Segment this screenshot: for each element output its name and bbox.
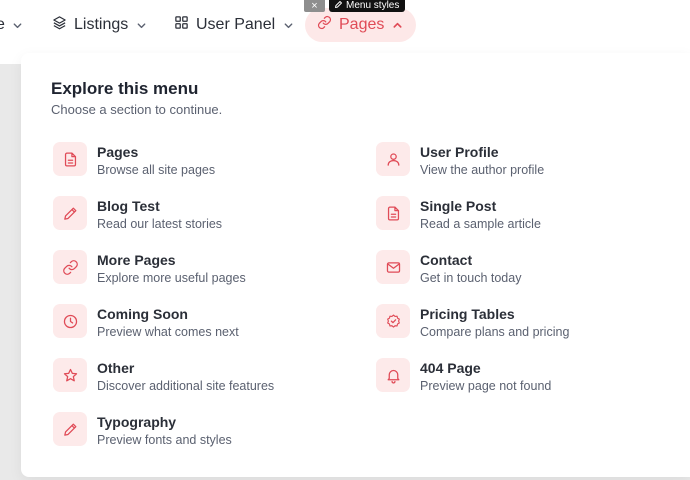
menu-item-title: More Pages [97, 252, 176, 268]
menu-item-title: Coming Soon [97, 306, 188, 322]
menu-item-description: View the author profile [420, 163, 545, 177]
menu-item-description: Discover additional site features [97, 379, 275, 393]
menu-item-typography[interactable]: Typography Preview fonts and styles [53, 412, 353, 449]
menu-item-blog-test[interactable]: Blog Test Read our latest stories [53, 196, 353, 233]
nav-item-listings[interactable]: Listings [52, 8, 147, 42]
link-icon [317, 15, 332, 35]
menu-item-description: Explore more useful pages [97, 271, 246, 285]
nav-item-pages-label: Pages [339, 16, 385, 33]
menu-item-title: Single Post [420, 198, 497, 214]
stack-icon [52, 15, 67, 35]
menu-item-description: Read a sample article [420, 217, 541, 231]
menu-item-title: Pricing Tables [420, 306, 515, 322]
menu-item-pricing-tables[interactable]: Pricing Tables Compare plans and pricing [376, 304, 676, 341]
chevron-down-icon [12, 19, 24, 31]
menu-item-contact[interactable]: Contact Get in touch today [376, 250, 676, 287]
menu-item-more-pages[interactable]: More Pages Explore more useful pages [53, 250, 353, 287]
menu-subtitle: Choose a section to continue. [51, 102, 223, 117]
menu-item-other[interactable]: Other Discover additional site features [53, 358, 353, 395]
nav-item-partial[interactable]: e [0, 8, 24, 42]
menu-styles-tag[interactable]: Menu styles [329, 0, 406, 12]
nav-item-listings-label: Listings [74, 16, 129, 33]
bell-icon [376, 358, 410, 392]
nav-item-user-panel[interactable]: User Panel [174, 8, 294, 42]
grid-icon [174, 15, 189, 35]
pencil-icon [334, 0, 343, 12]
menu-title: Explore this menu [51, 79, 199, 98]
menu-item-description: Preview fonts and styles [97, 433, 232, 447]
menu-item-description: Get in touch today [420, 271, 522, 285]
clock-icon [53, 304, 87, 338]
menu-styles-label: Menu styles [346, 0, 400, 11]
chevron-down-icon [135, 19, 147, 31]
file-icon [376, 196, 410, 230]
nav-item-partial-label: e [0, 16, 5, 33]
chevron-down-icon [282, 19, 294, 31]
pencil-icon [53, 196, 87, 230]
menu-item-404-page[interactable]: 404 Page Preview page not found [376, 358, 676, 395]
menu-item-title: 404 Page [420, 360, 481, 376]
mail-icon [376, 250, 410, 284]
menu-item-description: Compare plans and pricing [420, 325, 570, 339]
menu-item-single-post[interactable]: Single Post Read a sample article [376, 196, 676, 233]
menu-item-user-profile[interactable]: User Profile View the author profile [376, 142, 676, 179]
chevron-up-icon [391, 19, 403, 31]
menu-item-description: Browse all site pages [97, 163, 216, 177]
close-icon: × [311, 0, 318, 12]
menu-item-description: Preview what comes next [97, 325, 239, 339]
nav-item-user-panel-label: User Panel [196, 16, 276, 33]
user-icon [376, 142, 410, 176]
menu-item-description: Preview page not found [420, 379, 552, 393]
badge-check-icon [376, 304, 410, 338]
menu-item-title: Pages [97, 144, 139, 160]
menu-item-title: Typography [97, 414, 177, 430]
nav-item-pages[interactable]: Pages [305, 8, 416, 42]
editor-close-button[interactable]: × [304, 0, 325, 12]
mega-menu-panel: Explore this menu Choose a section to co… [21, 53, 690, 477]
file-icon [53, 142, 87, 176]
menu-item-title: Blog Test [97, 198, 160, 214]
menu-item-pages[interactable]: Pages Browse all site pages [53, 142, 353, 179]
menu-item-title: User Profile [420, 144, 499, 160]
menu-item-title: Contact [420, 252, 473, 268]
pencil-icon [53, 412, 87, 446]
menu-item-description: Read our latest stories [97, 217, 223, 231]
menu-item-coming-soon[interactable]: Coming Soon Preview what comes next [53, 304, 353, 341]
link-icon [53, 250, 87, 284]
star-icon [53, 358, 87, 392]
menu-item-title: Other [97, 360, 135, 376]
